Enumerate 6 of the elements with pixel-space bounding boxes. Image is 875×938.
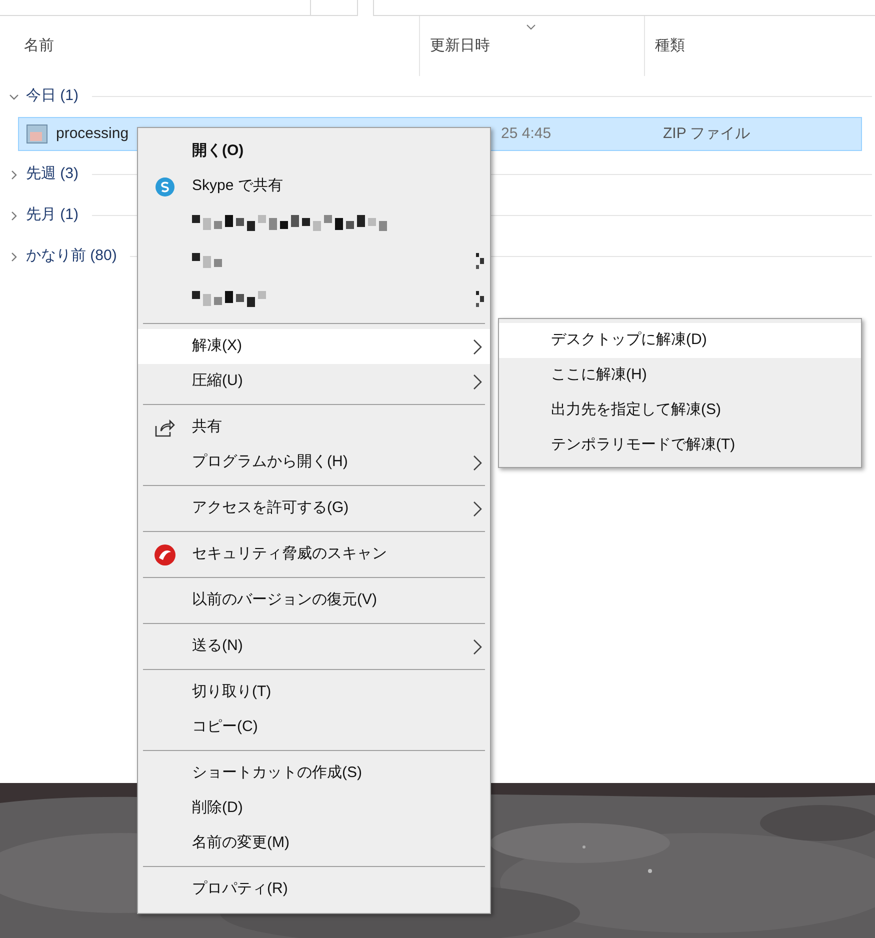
column-label: 更新日時 bbox=[430, 36, 490, 56]
file-date: 25 4:45 bbox=[501, 124, 552, 144]
file-name: processing bbox=[56, 124, 130, 144]
file-type: ZIP ファイル bbox=[663, 124, 750, 144]
column-label: 種類 bbox=[655, 36, 685, 56]
column-label: 名前 bbox=[24, 36, 54, 56]
